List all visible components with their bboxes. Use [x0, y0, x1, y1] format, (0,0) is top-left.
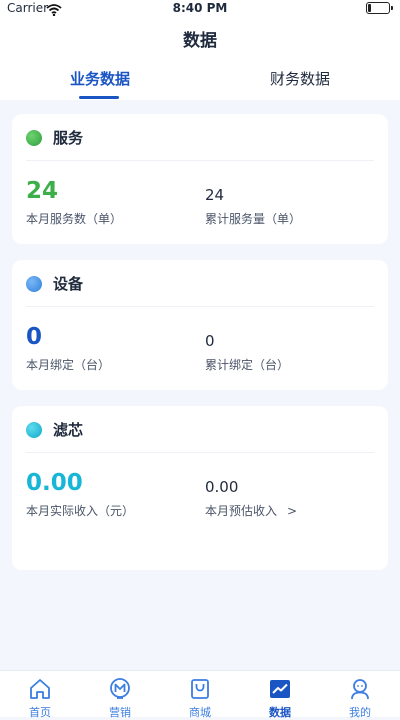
page-title: 数据	[183, 31, 217, 51]
tab-home[interactable]: 首页	[0, 671, 80, 719]
monthly-actual-income-label: 本月实际收入（元）	[26, 504, 135, 518]
service-card: 服务 24 本月服务数（单） 24 累计服务量（单）	[12, 114, 388, 244]
filter-card: 滤芯 0.00 本月实际收入（元） 0.00 本月预估收入 >	[12, 406, 388, 570]
monthly-bound-count-label: 本月绑定（台）	[26, 358, 111, 372]
bottom-tab-bar: 首页 营销 商城 数据 我的	[0, 670, 400, 719]
battery-icon	[366, 2, 393, 14]
tab-label: 营销	[109, 706, 131, 719]
tab-marketing[interactable]: 营销	[80, 671, 160, 719]
page-header: 数据 业务数据 财务数据	[0, 16, 400, 100]
monthly-bound-count: 0	[26, 324, 43, 350]
card-title: 设备	[53, 275, 84, 293]
tab-data[interactable]: 数据	[240, 671, 320, 719]
tab-label: 数据	[269, 706, 291, 719]
service-dot-icon	[26, 130, 42, 146]
filter-dot-icon	[26, 422, 42, 438]
monthly-service-count: 24	[26, 178, 59, 204]
card-title: 服务	[53, 129, 84, 147]
total-bound-count-label: 累计绑定（台）	[205, 358, 290, 372]
tab-label: 我的	[349, 706, 371, 719]
chevron-right-icon: >	[287, 504, 298, 518]
active-tab-indicator	[79, 96, 119, 99]
total-bound-count: 0	[205, 332, 215, 350]
divider	[26, 160, 374, 161]
monthly-actual-income: 0.00	[26, 470, 83, 496]
tab-mine[interactable]: 我的	[320, 671, 400, 719]
tab-label: 商城	[189, 706, 211, 719]
status-bar: Carrier 8:40 PM	[0, 0, 400, 17]
divider	[26, 452, 374, 453]
tab-label: 首页	[29, 706, 51, 719]
tab-business-data[interactable]: 业务数据	[0, 68, 200, 89]
monthly-estimated-income-link[interactable]: 本月预估收入 >	[205, 502, 297, 519]
marketing-icon	[108, 677, 132, 701]
shopping-bag-icon	[188, 677, 212, 701]
tab-finance-data[interactable]: 财务数据	[200, 68, 400, 89]
divider	[26, 306, 374, 307]
tab-mall[interactable]: 商城	[160, 671, 240, 719]
device-card: 设备 0 本月绑定（台） 0 累计绑定（台）	[12, 260, 388, 390]
card-title: 滤芯	[53, 421, 84, 439]
user-icon	[348, 677, 372, 701]
total-service-count: 24	[205, 186, 225, 204]
home-icon	[28, 677, 52, 701]
total-service-count-label: 累计服务量（单）	[205, 212, 302, 226]
device-dot-icon	[26, 276, 42, 292]
monthly-service-count-label: 本月服务数（单）	[26, 212, 123, 226]
chart-icon	[268, 677, 292, 701]
monthly-estimated-income-label: 本月预估收入	[205, 504, 278, 518]
clock-time: 8:40 PM	[172, 1, 228, 15]
monthly-estimated-income: 0.00	[205, 478, 239, 496]
